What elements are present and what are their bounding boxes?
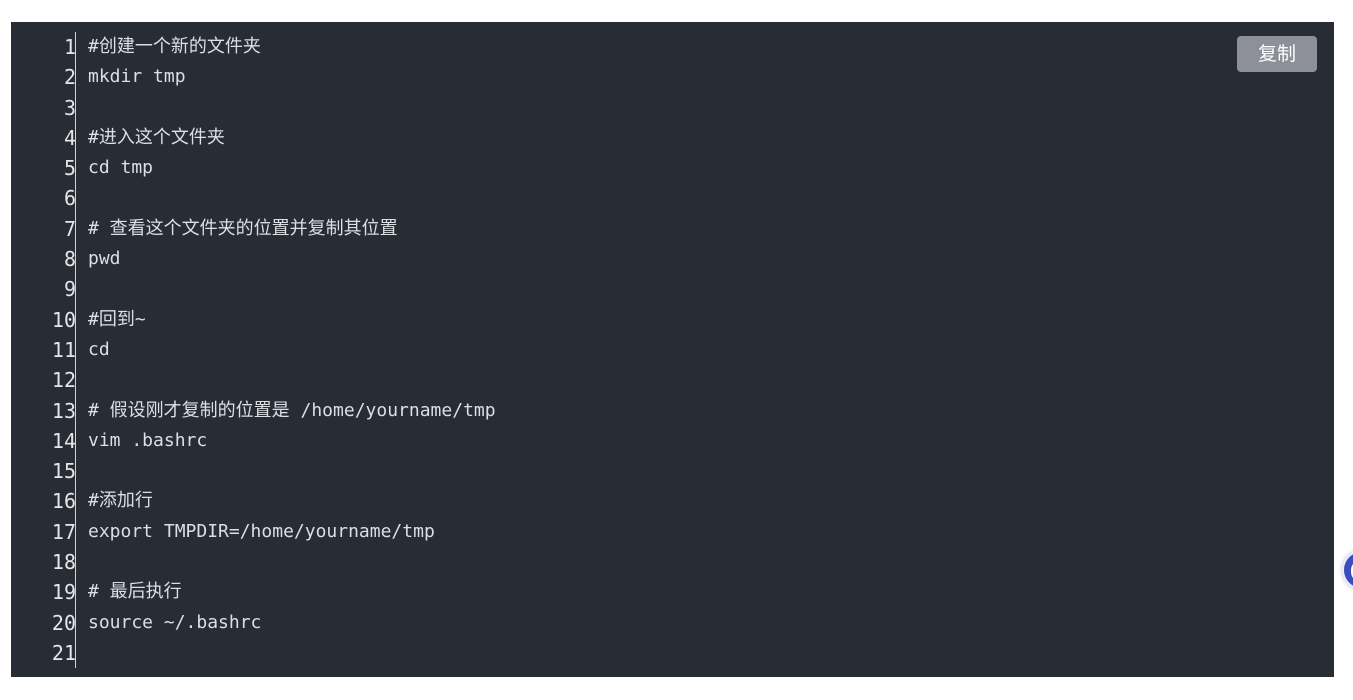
code-block: 1 2 3 4 5 6 7 8 9 10 11 12 13 14 15 16 1… bbox=[11, 22, 1334, 677]
code-line: pwd bbox=[88, 248, 121, 270]
code-line-comment: #创建一个新的文件夹 bbox=[88, 36, 261, 57]
code-line-comment: # 最后执行 bbox=[88, 581, 182, 603]
line-number: 19 bbox=[51, 580, 76, 605]
code-content: #创建一个新的文件夹 mkdir tmp #进入这个文件夹 cd tmp # 查… bbox=[88, 32, 1214, 668]
copy-button[interactable]: 复制 bbox=[1237, 36, 1317, 72]
line-number: 6 bbox=[63, 186, 76, 211]
line-number: 4 bbox=[63, 125, 76, 150]
page: 1 2 3 4 5 6 7 8 9 10 11 12 13 14 15 16 1… bbox=[0, 0, 1353, 700]
line-number: 12 bbox=[51, 368, 76, 393]
line-number: 1 bbox=[63, 35, 76, 59]
line-number: 2 bbox=[63, 65, 76, 90]
gutter-divider bbox=[75, 32, 76, 668]
code-line: mkdir tmp bbox=[88, 66, 186, 88]
line-number: 11 bbox=[51, 337, 76, 362]
assistant-icon[interactable] bbox=[1342, 550, 1353, 590]
line-number: 21 bbox=[51, 640, 76, 665]
line-number: 10 bbox=[51, 307, 76, 332]
code-line: cd bbox=[88, 338, 110, 360]
code-line-comment: # 假设刚才复制的位置是 /home/yourname/tmp bbox=[88, 399, 496, 421]
code-line-comment: # 查看这个文件夹的位置并复制其位置 bbox=[88, 217, 398, 239]
line-number: 20 bbox=[51, 610, 76, 635]
line-number: 7 bbox=[63, 216, 76, 241]
line-number: 13 bbox=[51, 398, 76, 423]
code-line-comment: #回到~ bbox=[88, 308, 146, 330]
code-line-comment: #进入这个文件夹 bbox=[88, 126, 225, 148]
code-line-comment: #添加行 bbox=[88, 490, 153, 512]
line-number-gutter: 1 2 3 4 5 6 7 8 9 10 11 12 13 14 15 16 1… bbox=[11, 32, 76, 668]
line-number: 15 bbox=[51, 459, 76, 484]
code-line: export TMPDIR=/home/yourname/tmp bbox=[88, 520, 435, 542]
line-number: 3 bbox=[63, 95, 76, 120]
code-line: source ~/.bashrc bbox=[88, 611, 262, 633]
line-number: 8 bbox=[63, 247, 76, 272]
line-number: 9 bbox=[63, 277, 76, 302]
code-line: vim .bashrc bbox=[88, 429, 208, 451]
line-number: 14 bbox=[51, 428, 76, 453]
line-number: 16 bbox=[51, 489, 76, 514]
line-number: 17 bbox=[51, 519, 76, 544]
line-number: 5 bbox=[63, 156, 76, 181]
line-number: 18 bbox=[51, 550, 76, 575]
code-line: cd tmp bbox=[88, 157, 154, 179]
